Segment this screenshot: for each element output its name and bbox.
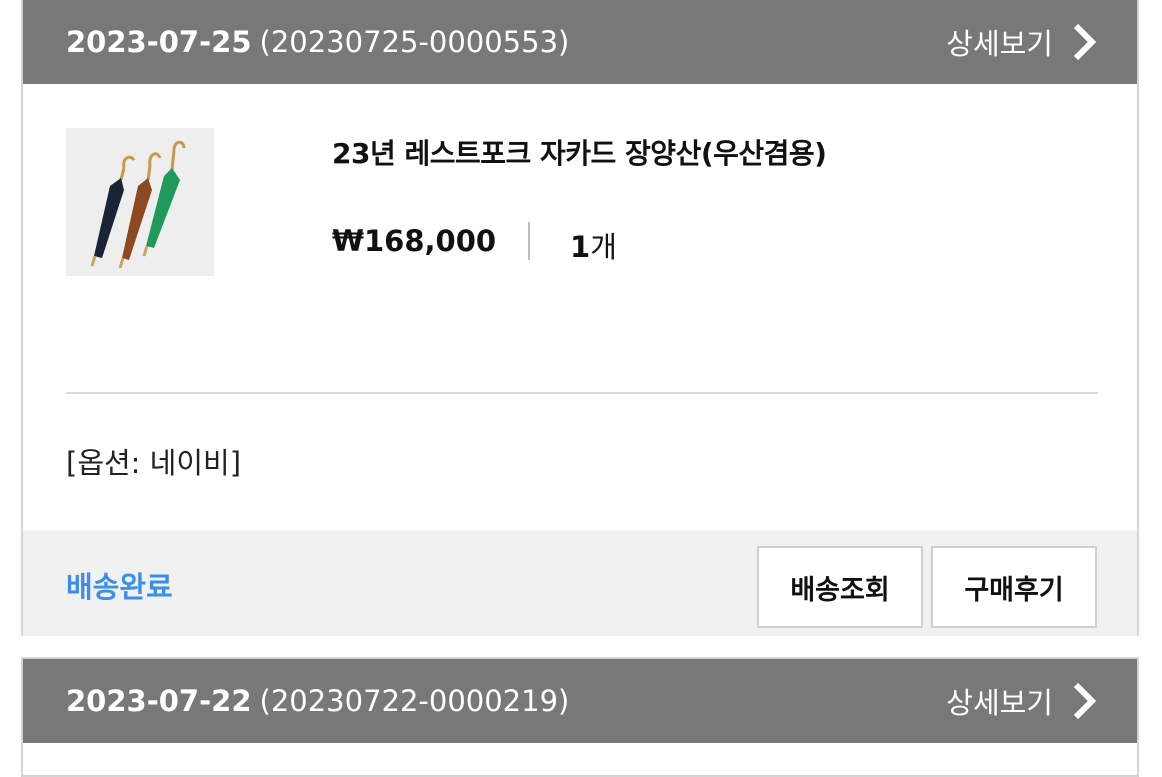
order-number: (20230722-0000219): [259, 684, 570, 718]
product-name[interactable]: 23년 레스트포크 자카드 장양산(우산겸용): [332, 132, 827, 172]
order-detail-link[interactable]: 상세보기: [946, 680, 1097, 722]
detail-label: 상세보기: [946, 27, 1053, 61]
order-footer: 배송완료 배송조회 구매후기: [23, 530, 1137, 636]
product-price: ₩168,000: [332, 224, 497, 258]
product-thumbnail[interactable]: [66, 128, 214, 276]
delivery-status: 배송완료: [66, 570, 173, 604]
item-divider: [66, 392, 1098, 394]
product-option: [옵션: 네이비]: [66, 446, 242, 480]
quantity-number: 1: [570, 230, 591, 264]
product-quantity: 1개: [570, 224, 617, 266]
order-item[interactable]: 23년 레스트포크 자카드 장양산(우산겸용) ₩168,000 1개: [23, 84, 1137, 390]
order-header: 2023-07-25 (20230725-0000553) 상세보기: [23, 0, 1137, 84]
chevron-right-icon: [1073, 23, 1097, 61]
umbrella-product-image: [66, 128, 214, 276]
order-title: 2023-07-25 (20230725-0000553): [66, 25, 569, 59]
order-title: 2023-07-22 (20230722-0000219): [66, 684, 569, 718]
order-date: 2023-07-25: [66, 25, 252, 59]
detail-label: 상세보기: [946, 686, 1053, 720]
order-card: 2023-07-22 (20230722-0000219) 상세보기: [21, 657, 1139, 777]
order-date: 2023-07-22: [66, 684, 252, 718]
order-number: (20230725-0000553): [259, 25, 570, 59]
write-review-button[interactable]: 구매후기: [931, 546, 1097, 628]
order-detail-link[interactable]: 상세보기: [946, 21, 1097, 63]
order-header: 2023-07-22 (20230722-0000219) 상세보기: [23, 659, 1137, 743]
chevron-right-icon: [1073, 682, 1097, 720]
quantity-unit: 개: [590, 230, 617, 264]
order-card: 2023-07-25 (20230725-0000553) 상세보기 23년 레…: [21, 0, 1139, 636]
track-delivery-button[interactable]: 배송조회: [757, 546, 923, 628]
price-quantity-divider: [528, 222, 530, 260]
